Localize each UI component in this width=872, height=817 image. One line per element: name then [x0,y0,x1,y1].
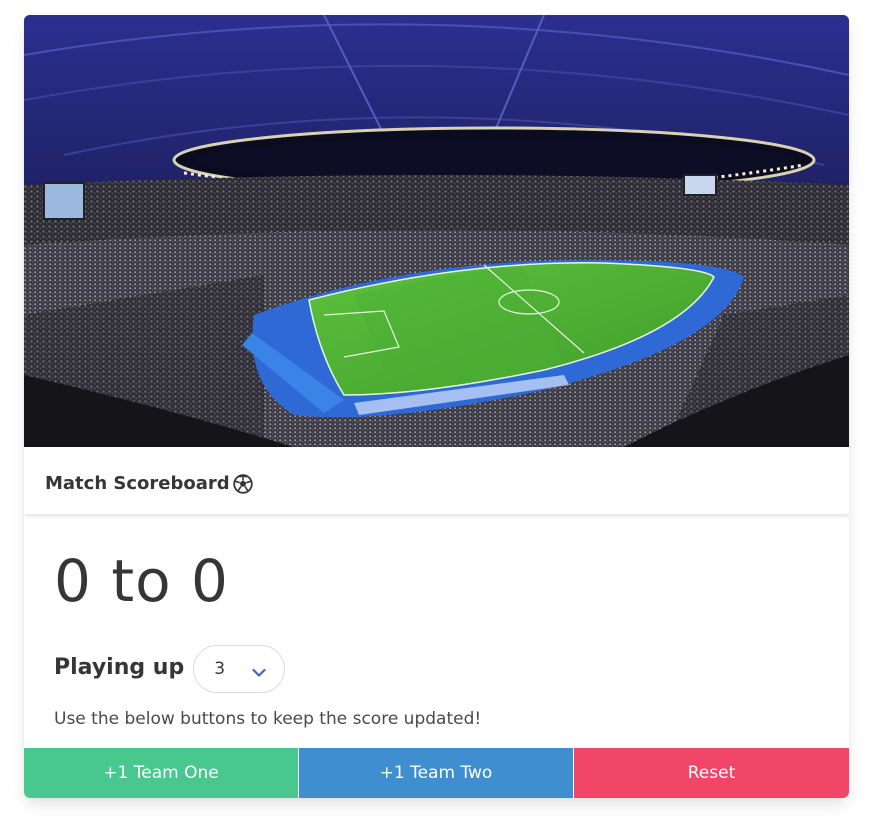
reset-button[interactable]: Reset [574,748,849,798]
playing-up-label: Playing up [54,654,185,680]
playing-up-selected-value: 3 [214,658,226,679]
playing-up-row: Playing up 3 [54,642,286,693]
card-header-title: Match Scoreboard [45,473,253,494]
stadium-image [24,15,849,447]
scoreboard-title: Match Scoreboard [45,473,230,494]
chevron-down-icon [252,663,266,677]
soccer-ball-icon [232,473,253,494]
score-display: 0 to 0 [54,547,229,615]
card-footer: +1 Team One +1 Team Two Reset [24,748,849,798]
help-text: Use the below buttons to keep the score … [54,709,482,729]
team-two-increment-button[interactable]: +1 Team Two [299,748,573,798]
scoreboard-card: Match Scoreboard 0 to 0 Playing up 3 Use [24,15,849,798]
team-one-increment-button[interactable]: +1 Team One [24,748,298,798]
card-header: Match Scoreboard [24,447,849,514]
playing-up-select[interactable]: 3 [193,644,286,693]
